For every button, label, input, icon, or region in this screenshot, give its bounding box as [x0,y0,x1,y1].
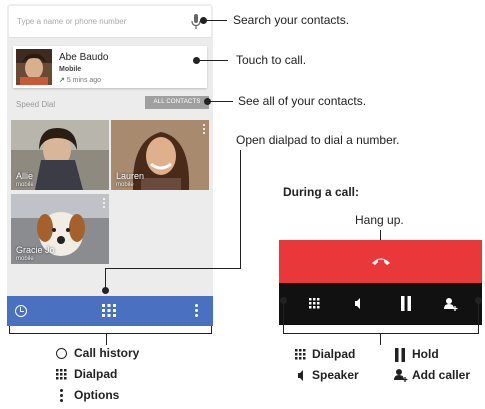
options-icon[interactable] [195,304,199,318]
tile-number-type: mobile [16,256,34,262]
callout-line [203,20,227,21]
hold-icon[interactable] [401,296,411,311]
speed-dial-label: Speed Dial [16,100,56,109]
callout-line [240,150,241,268]
legend-dialpad-call: Dialpad [312,347,356,361]
contact-photo [16,49,52,85]
speed-dial-tile[interactable]: Allie mobile [11,120,109,190]
options-icon [60,389,63,402]
tile-menu-icon[interactable] [103,198,106,209]
dialpad-icon[interactable] [101,303,117,319]
add-caller-icon[interactable] [444,297,458,311]
bottom-nav-bar [7,296,213,326]
all-contacts-button[interactable]: ALL CONTACTS [145,96,209,109]
call-time-text: 5 mins ago [66,77,102,84]
callout-search: Search your contacts. [233,13,350,27]
contact-number-type: Mobile [59,66,82,73]
tile-menu-icon[interactable] [203,124,206,135]
legend-speaker: Speaker [312,368,359,382]
dialpad-icon [56,369,67,380]
callout-line [105,268,241,269]
callout-touch: Touch to call. [236,53,307,67]
hold-icon [395,348,405,362]
call-history-icon [56,348,67,359]
bracket-line [9,333,212,334]
speaker-icon[interactable] [354,297,362,310]
tile-name: Gracie Jo [16,245,55,255]
search-bar[interactable]: Type a name or phone number [9,6,211,38]
hangup-icon[interactable] [371,256,391,266]
legend-call-history: Call history [74,346,140,360]
callout-open-dialpad: Open dialpad to dial a number. [236,133,400,147]
call-history-icon[interactable] [15,305,27,317]
callout-dot [475,297,482,304]
speed-dial-tile[interactable]: Lauren mobile [111,120,209,190]
tile-number-type: mobile [116,182,134,188]
recent-call-card[interactable]: Abe Baudo Mobile ↗ 5 mins ago [13,46,207,88]
speaker-icon [298,370,303,381]
speed-dial-tile[interactable]: Gracie Jo mobile [11,194,109,264]
callout-line [196,60,228,61]
phone-screen: Type a name or phone number Abe Baudo Mo… [7,4,213,326]
outgoing-call-icon: ↗ [59,77,65,84]
tile-number-type: mobile [16,182,34,188]
call-controls-bar [279,283,482,325]
tile-name: Lauren [116,171,145,181]
callout-dot [102,287,109,294]
legend-add-caller: Add caller [412,368,471,382]
bracket-line [380,333,381,345]
callout-see-all: See all of your contacts. [238,94,367,108]
call-time: ↗ 5 mins ago [59,76,101,84]
add-caller-icon [394,369,408,382]
contact-name: Abe Baudo [59,52,109,63]
during-call-title: During a call: [283,185,360,199]
legend-options: Options [74,388,120,402]
bracket-line [283,333,479,334]
callout-line [207,101,233,102]
callout-dot [280,297,287,304]
hang-up-label: Hang up. [355,213,404,227]
dialpad-icon[interactable] [309,298,320,309]
dialpad-icon [295,349,306,360]
legend-dialpad: Dialpad [74,367,118,381]
legend-hold: Hold [412,347,439,361]
call-red-panel [279,240,482,283]
search-input[interactable]: Type a name or phone number [17,17,126,26]
bracket-line [106,333,107,345]
tile-name: Allie [16,171,34,181]
